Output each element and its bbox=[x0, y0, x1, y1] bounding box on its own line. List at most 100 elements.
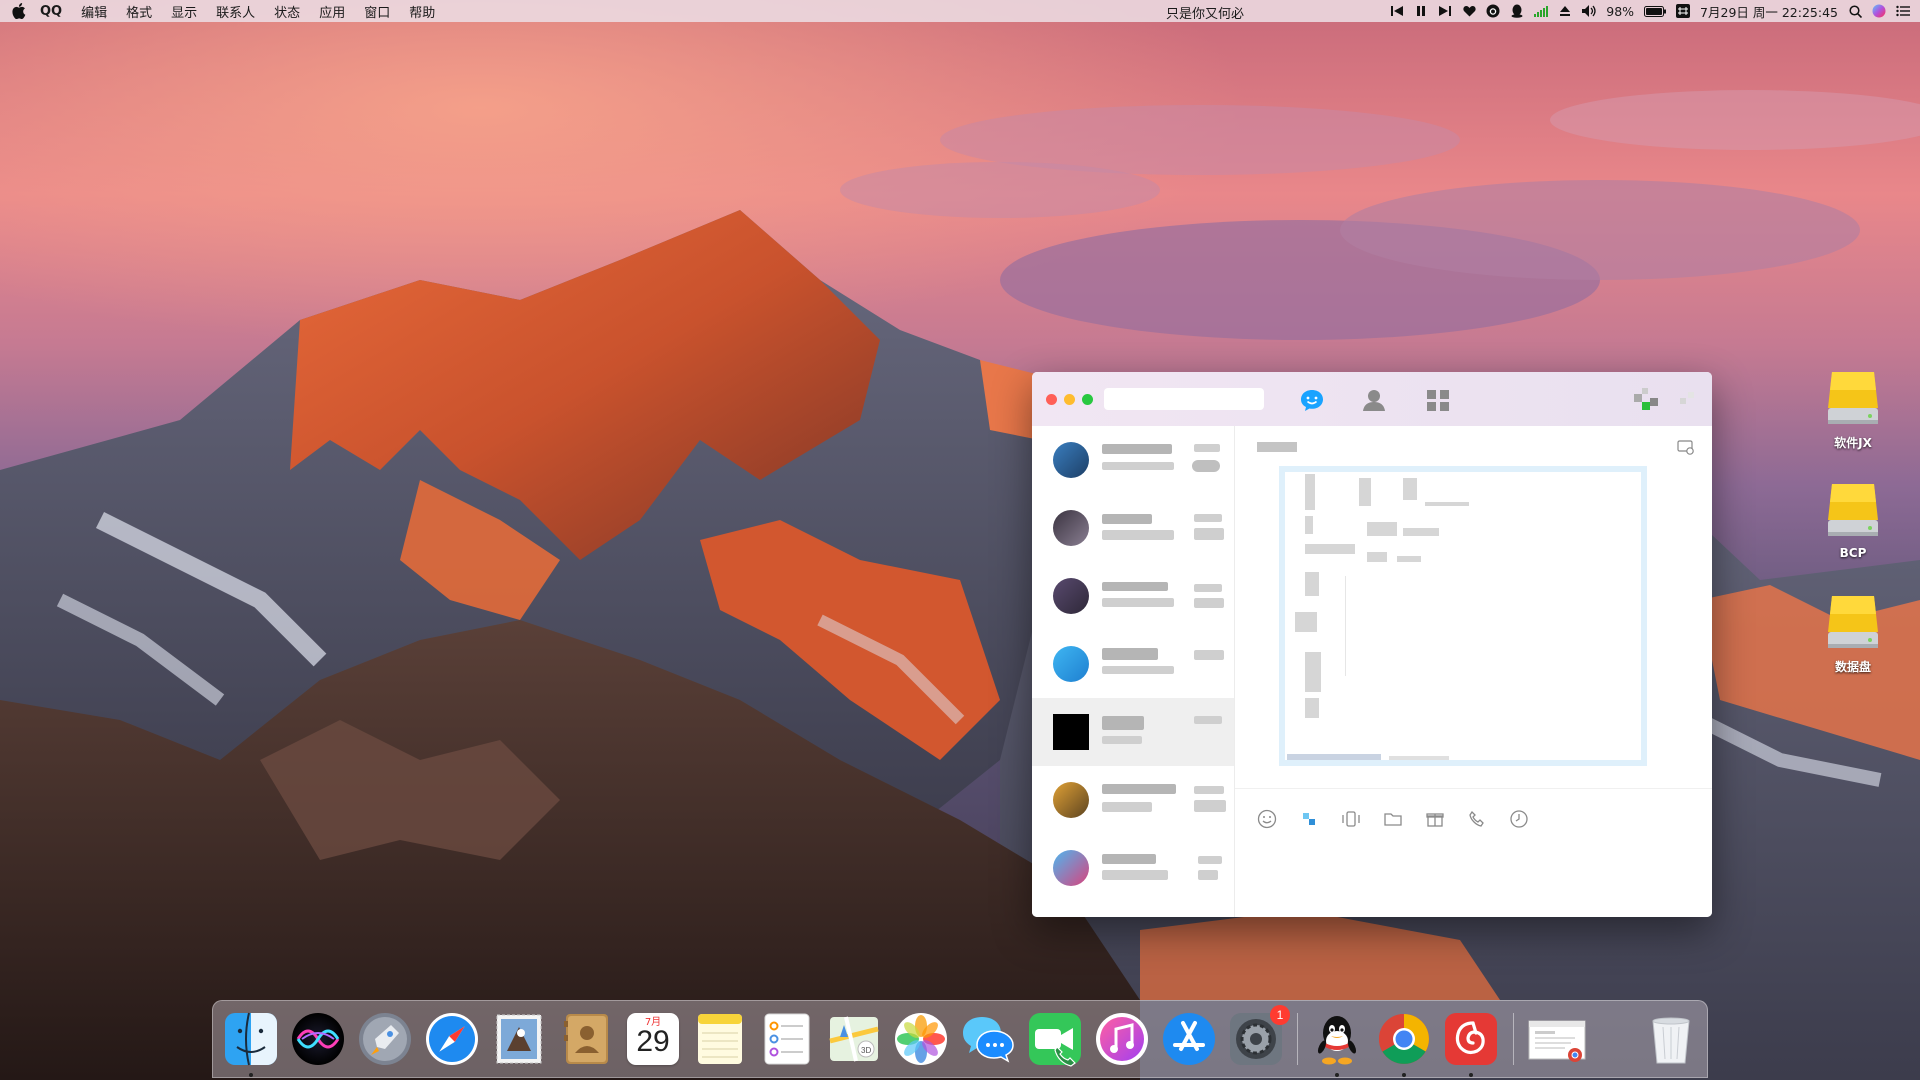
minimize-window-button[interactable] bbox=[1064, 394, 1075, 405]
drive-label: 软件JX bbox=[1834, 436, 1872, 450]
conversation-item-selected[interactable] bbox=[1032, 698, 1234, 766]
desktop-drive-data[interactable]: 数据盘 bbox=[1808, 592, 1898, 675]
calendar-icon[interactable]: 7月 29 bbox=[625, 1011, 681, 1067]
running-indicator bbox=[1402, 1073, 1406, 1077]
contact-avatar bbox=[1053, 510, 1089, 546]
input-method-icon[interactable] bbox=[1676, 4, 1691, 18]
battery-percent: 98% bbox=[1606, 3, 1635, 19]
hard-drive-icon bbox=[1826, 368, 1880, 430]
battery-icon[interactable] bbox=[1644, 4, 1667, 18]
contact-avatar bbox=[1053, 646, 1089, 682]
siri-menu-icon[interactable] bbox=[1872, 4, 1886, 18]
menu-apps[interactable]: 应用 bbox=[319, 2, 345, 21]
notification-center-icon[interactable] bbox=[1896, 4, 1910, 18]
app-store-icon[interactable] bbox=[1161, 1011, 1217, 1067]
menu-view[interactable]: 显示 bbox=[171, 2, 197, 21]
clock[interactable]: 7月29日 周一 22:25:45 bbox=[1700, 2, 1838, 21]
netease-music-icon[interactable] bbox=[1443, 1011, 1499, 1067]
shake-icon[interactable] bbox=[1339, 807, 1363, 831]
maps-icon[interactable]: 3D bbox=[826, 1011, 882, 1067]
qq-window bbox=[1032, 372, 1712, 917]
drive-label: BCP bbox=[1839, 546, 1867, 560]
apple-menu-icon[interactable] bbox=[12, 3, 26, 20]
menu-status[interactable]: 状态 bbox=[274, 2, 300, 21]
eject-icon[interactable] bbox=[1558, 4, 1572, 18]
screenshot-icon[interactable] bbox=[1297, 807, 1321, 831]
volume-icon[interactable] bbox=[1582, 4, 1596, 18]
dock-separator bbox=[1297, 1013, 1298, 1065]
notification-badge: 1 bbox=[1270, 1005, 1290, 1025]
now-playing-lyric[interactable]: 只是你又何必 bbox=[1166, 3, 1244, 22]
qq-icon[interactable] bbox=[1309, 1011, 1365, 1067]
photos-icon[interactable] bbox=[893, 1011, 949, 1067]
conversation-item[interactable] bbox=[1032, 494, 1234, 562]
next-track-icon[interactable] bbox=[1438, 4, 1452, 18]
contact-avatar bbox=[1053, 850, 1089, 886]
zoom-window-button[interactable] bbox=[1082, 394, 1093, 405]
menu-window[interactable]: 窗口 bbox=[364, 2, 390, 21]
folder-icon[interactable] bbox=[1381, 807, 1405, 831]
contact-avatar bbox=[1053, 714, 1089, 750]
history-icon[interactable] bbox=[1507, 807, 1531, 831]
menu-format[interactable]: 格式 bbox=[126, 2, 152, 21]
conversation-item[interactable] bbox=[1032, 426, 1234, 494]
conversation-item[interactable] bbox=[1032, 834, 1234, 902]
phone-icon[interactable] bbox=[1465, 807, 1489, 831]
contacts-tab-icon[interactable] bbox=[1360, 387, 1388, 413]
siri-icon[interactable] bbox=[290, 1011, 346, 1067]
signal-bars-icon[interactable] bbox=[1534, 4, 1549, 18]
qq-tray-icon[interactable] bbox=[1510, 4, 1524, 18]
running-indicator bbox=[1469, 1073, 1473, 1077]
more-options-icon[interactable] bbox=[1680, 392, 1696, 408]
contact-avatar bbox=[1053, 782, 1089, 818]
running-indicator bbox=[249, 1073, 253, 1077]
menu-contacts[interactable]: 联系人 bbox=[216, 2, 255, 21]
launchpad-icon[interactable] bbox=[357, 1011, 413, 1067]
system-preferences-icon[interactable]: 1 bbox=[1228, 1005, 1290, 1067]
messages-icon[interactable] bbox=[960, 1011, 1016, 1067]
messages-tab-icon[interactable] bbox=[1298, 387, 1326, 413]
chrome-icon[interactable] bbox=[1376, 1011, 1432, 1067]
dock: 7月 29 3D 1 bbox=[212, 1000, 1708, 1078]
desktop-drive-bcp[interactable]: BCP bbox=[1808, 480, 1898, 560]
contacts-icon[interactable] bbox=[558, 1011, 614, 1067]
itunes-icon[interactable] bbox=[1094, 1011, 1150, 1067]
qq-titlebar[interactable] bbox=[1032, 372, 1712, 426]
conversation-item[interactable] bbox=[1032, 766, 1234, 834]
emoji-icon[interactable] bbox=[1255, 807, 1279, 831]
conversation-item[interactable] bbox=[1032, 562, 1234, 630]
pause-icon[interactable] bbox=[1414, 4, 1428, 18]
menu-app-qq[interactable]: QQ bbox=[40, 4, 62, 19]
netease-tray-icon[interactable] bbox=[1486, 4, 1500, 18]
conversation-item[interactable] bbox=[1032, 630, 1234, 698]
menu-edit[interactable]: 编辑 bbox=[81, 2, 107, 21]
apps-tab-icon[interactable] bbox=[1424, 387, 1452, 413]
conversation-list bbox=[1032, 426, 1234, 917]
heart-icon[interactable] bbox=[1462, 4, 1476, 18]
hard-drive-icon bbox=[1826, 592, 1880, 654]
menu-help[interactable]: 帮助 bbox=[409, 2, 435, 21]
search-input[interactable] bbox=[1104, 388, 1264, 410]
mail-icon[interactable] bbox=[491, 1011, 547, 1067]
desktop-drive-software[interactable]: 软件JX bbox=[1808, 368, 1898, 451]
trash-icon[interactable] bbox=[1643, 1011, 1699, 1067]
previous-track-icon[interactable] bbox=[1390, 4, 1404, 18]
message-image[interactable] bbox=[1279, 466, 1647, 766]
gift-icon[interactable] bbox=[1423, 807, 1447, 831]
chat-settings-icon[interactable] bbox=[1677, 440, 1695, 456]
contact-avatar bbox=[1053, 442, 1089, 478]
calendar-day: 29 bbox=[636, 1025, 670, 1058]
input-divider bbox=[1235, 788, 1712, 789]
finder-icon[interactable] bbox=[223, 1011, 279, 1067]
user-avatar[interactable] bbox=[1634, 388, 1662, 414]
close-window-button[interactable] bbox=[1046, 394, 1057, 405]
contact-avatar bbox=[1053, 578, 1089, 614]
reminders-icon[interactable] bbox=[759, 1011, 815, 1067]
notes-icon[interactable] bbox=[692, 1011, 748, 1067]
minimized-window-thumbnail[interactable] bbox=[1527, 1011, 1587, 1067]
spotlight-search-icon[interactable] bbox=[1848, 4, 1862, 18]
chat-panel bbox=[1234, 426, 1712, 917]
safari-icon[interactable] bbox=[424, 1011, 480, 1067]
status-area: 98% 7月29日 周一 22:25:45 bbox=[1390, 0, 1910, 22]
facetime-icon[interactable] bbox=[1027, 1011, 1083, 1067]
